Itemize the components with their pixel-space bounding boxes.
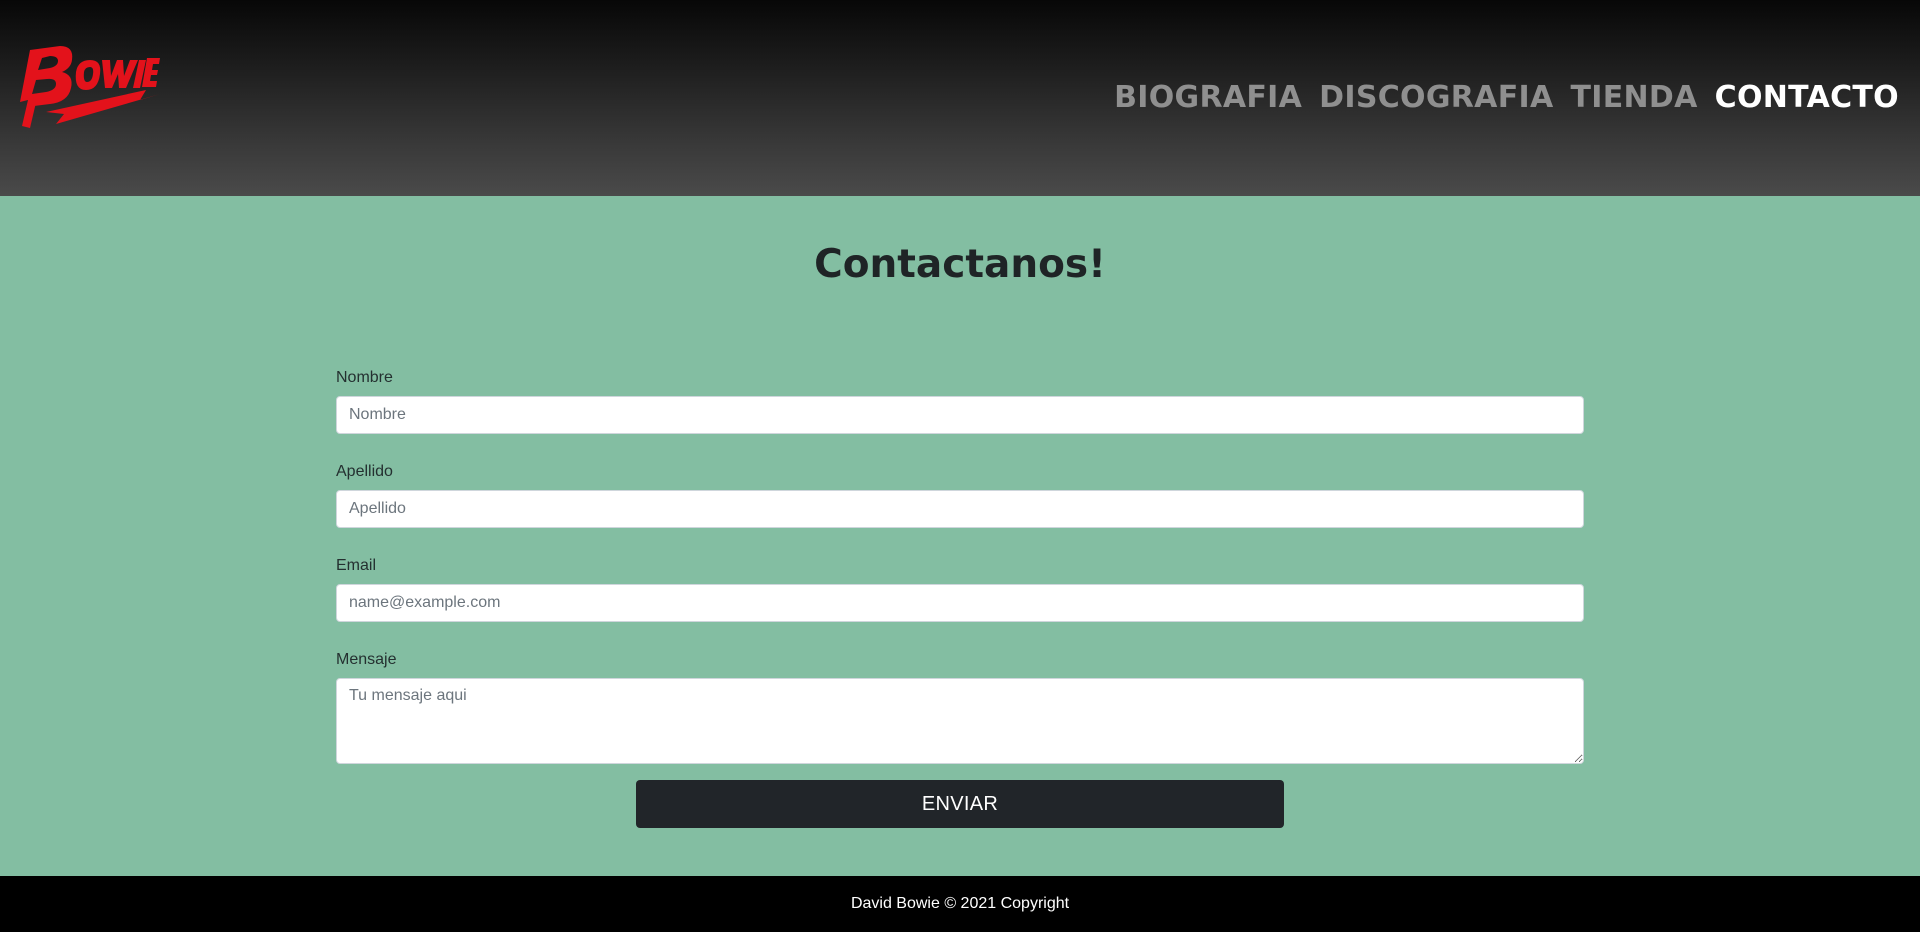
main-nav: BIOGRAFIA DISCOGRAFIA TIENDA CONTACTO <box>1097 74 1899 122</box>
mensaje-textarea[interactable] <box>336 678 1584 764</box>
nombre-label: Nombre <box>336 369 393 386</box>
nav-biografia[interactable]: BIOGRAFIA <box>1114 74 1302 122</box>
contact-section: Contactanos! Nombre Apellido Email Mensa… <box>0 196 1920 876</box>
bowie-logo-icon <box>20 46 160 128</box>
email-label: Email <box>336 557 377 574</box>
email-input[interactable] <box>336 584 1584 622</box>
site-header: BIOGRAFIA DISCOGRAFIA TIENDA CONTACTO <box>0 0 1920 196</box>
apellido-input[interactable] <box>336 490 1584 528</box>
contact-form: Nombre Apellido Email Mensaje <box>336 366 1584 764</box>
nav-tienda[interactable]: TIENDA <box>1570 74 1697 122</box>
page-title: Contactanos! <box>814 242 1106 287</box>
nav-contacto[interactable]: CONTACTO <box>1715 74 1899 122</box>
nombre-input[interactable] <box>336 396 1584 434</box>
enviar-button[interactable]: ENVIAR <box>636 780 1284 828</box>
site-footer: David Bowie © 2021 Copyright <box>0 876 1920 932</box>
copyright-text: David Bowie © 2021 Copyright <box>850 895 1070 912</box>
apellido-label: Apellido <box>336 463 393 480</box>
mensaje-label: Mensaje <box>336 651 397 668</box>
bowie-logo[interactable] <box>16 42 160 138</box>
nav-discografia[interactable]: DISCOGRAFIA <box>1319 74 1553 122</box>
